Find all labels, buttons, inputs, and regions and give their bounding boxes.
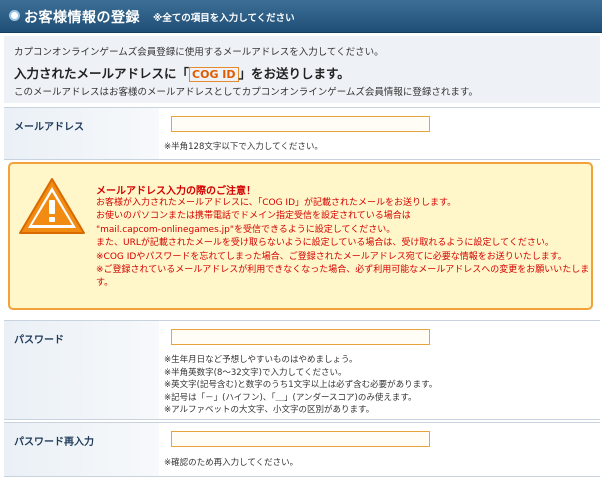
password-confirm-row: パスワード再入力 ※確認のため再入力してください。: [4, 422, 600, 477]
warning-box: メールアドレス入力の際のご注意！ お客様が入力されたメールアドレスに、「COG …: [8, 162, 593, 310]
email-input[interactable]: [171, 116, 430, 132]
password-label: パスワード: [14, 335, 64, 346]
warning-title: メールアドレス入力の際のご注意！: [96, 186, 256, 197]
password-hint: ※アルファベットの大文字、小文字の区別があります。: [164, 405, 375, 415]
warning-lines: お客様が入力されたメールアドレスに、「COG ID」が記載されたメールをお送りし…: [96, 197, 591, 291]
warning-line: ※COG IDやパスワードを忘れてしまった場合、ご登録されたメールアドレス宛てに…: [96, 251, 567, 262]
intro-lead-before: 入力されたメールアドレスに「: [14, 66, 190, 81]
password-input[interactable]: [171, 329, 430, 345]
warning-line: また、URLが記載されたメールを受け取らないように設定している場合は、受け取れる…: [96, 238, 554, 249]
warning-line: "mail.capcom-onlinegames.jp"を受信できるように設定し…: [96, 224, 396, 235]
intro-text-2: このメールアドレスはお客様のメールアドレスとしてカプコンオンラインゲームズ会員情…: [14, 87, 478, 98]
password-confirm-label-cell: パスワード再入力: [4, 423, 159, 476]
warning-line: ※ご登録されているメールアドレスが利用できなくなった場合、必ず利用可能なメールア…: [96, 265, 590, 276]
required-note: ※全ての項目を入力してください: [153, 13, 295, 24]
warning-line: す。: [96, 278, 114, 289]
warning-line: お客様が入力されたメールアドレスに、「COG ID」が記載されたメールをお送りし…: [96, 198, 457, 208]
password-hint: ※英文字(記号含む)と数字のうち1文字以上は必ず含む必要があります。: [164, 380, 438, 390]
password-confirm-label: パスワード再入力: [14, 437, 94, 448]
password-hint: ※記号は「－」(ハイフン)、「＿」(アンダースコア)のみ使えます。: [164, 392, 417, 403]
email-label: メールアドレス: [14, 122, 84, 133]
intro-lead-after: 」をお送りします。: [238, 66, 350, 81]
email-row: メールアドレス ※半角128文字以下で入力してください。: [4, 107, 600, 160]
password-row: パスワード ※生年月日など予想しやすいものはやめましょう。 ※半角英数字(8～3…: [4, 320, 600, 420]
cog-id-label: COG ID: [189, 67, 239, 82]
circle-bullet-icon: [9, 10, 20, 21]
password-label-cell: パスワード: [4, 321, 159, 419]
password-confirm-hint: ※確認のため再入力してください。: [164, 458, 299, 468]
password-hints: ※生年月日など予想しやすいものはやめましょう。 ※半角英数字(8～32文字)で入…: [164, 354, 437, 417]
password-confirm-input[interactable]: [171, 431, 430, 447]
page-title: お客様情報の登録: [24, 10, 140, 26]
password-hint: ※生年月日など予想しやすいものはやめましょう。: [164, 355, 358, 365]
section-header: お客様情報の登録 ※全ての項目を入力してください: [0, 0, 602, 33]
intro-panel: カプコンオンラインゲームズ会員登録に使用するメールアドレスを入力してください。 …: [4, 36, 600, 103]
email-label-cell: メールアドレス: [4, 108, 159, 159]
warning-triangle-icon: [19, 178, 85, 234]
intro-lead: 入力されたメールアドレスに「 COG ID 」をお送りします。: [14, 63, 350, 82]
password-hint: ※半角英数字(8～32文字)で入力してください。: [164, 367, 347, 378]
email-hint: ※半角128文字以下で入力してください。: [164, 142, 323, 152]
intro-text: カプコンオンラインゲームズ会員登録に使用するメールアドレスを入力してください。: [14, 47, 384, 58]
warning-line: お使いのパソコンまたは携帯電話でドメイン指定受信を設定されている場合は: [96, 211, 411, 222]
